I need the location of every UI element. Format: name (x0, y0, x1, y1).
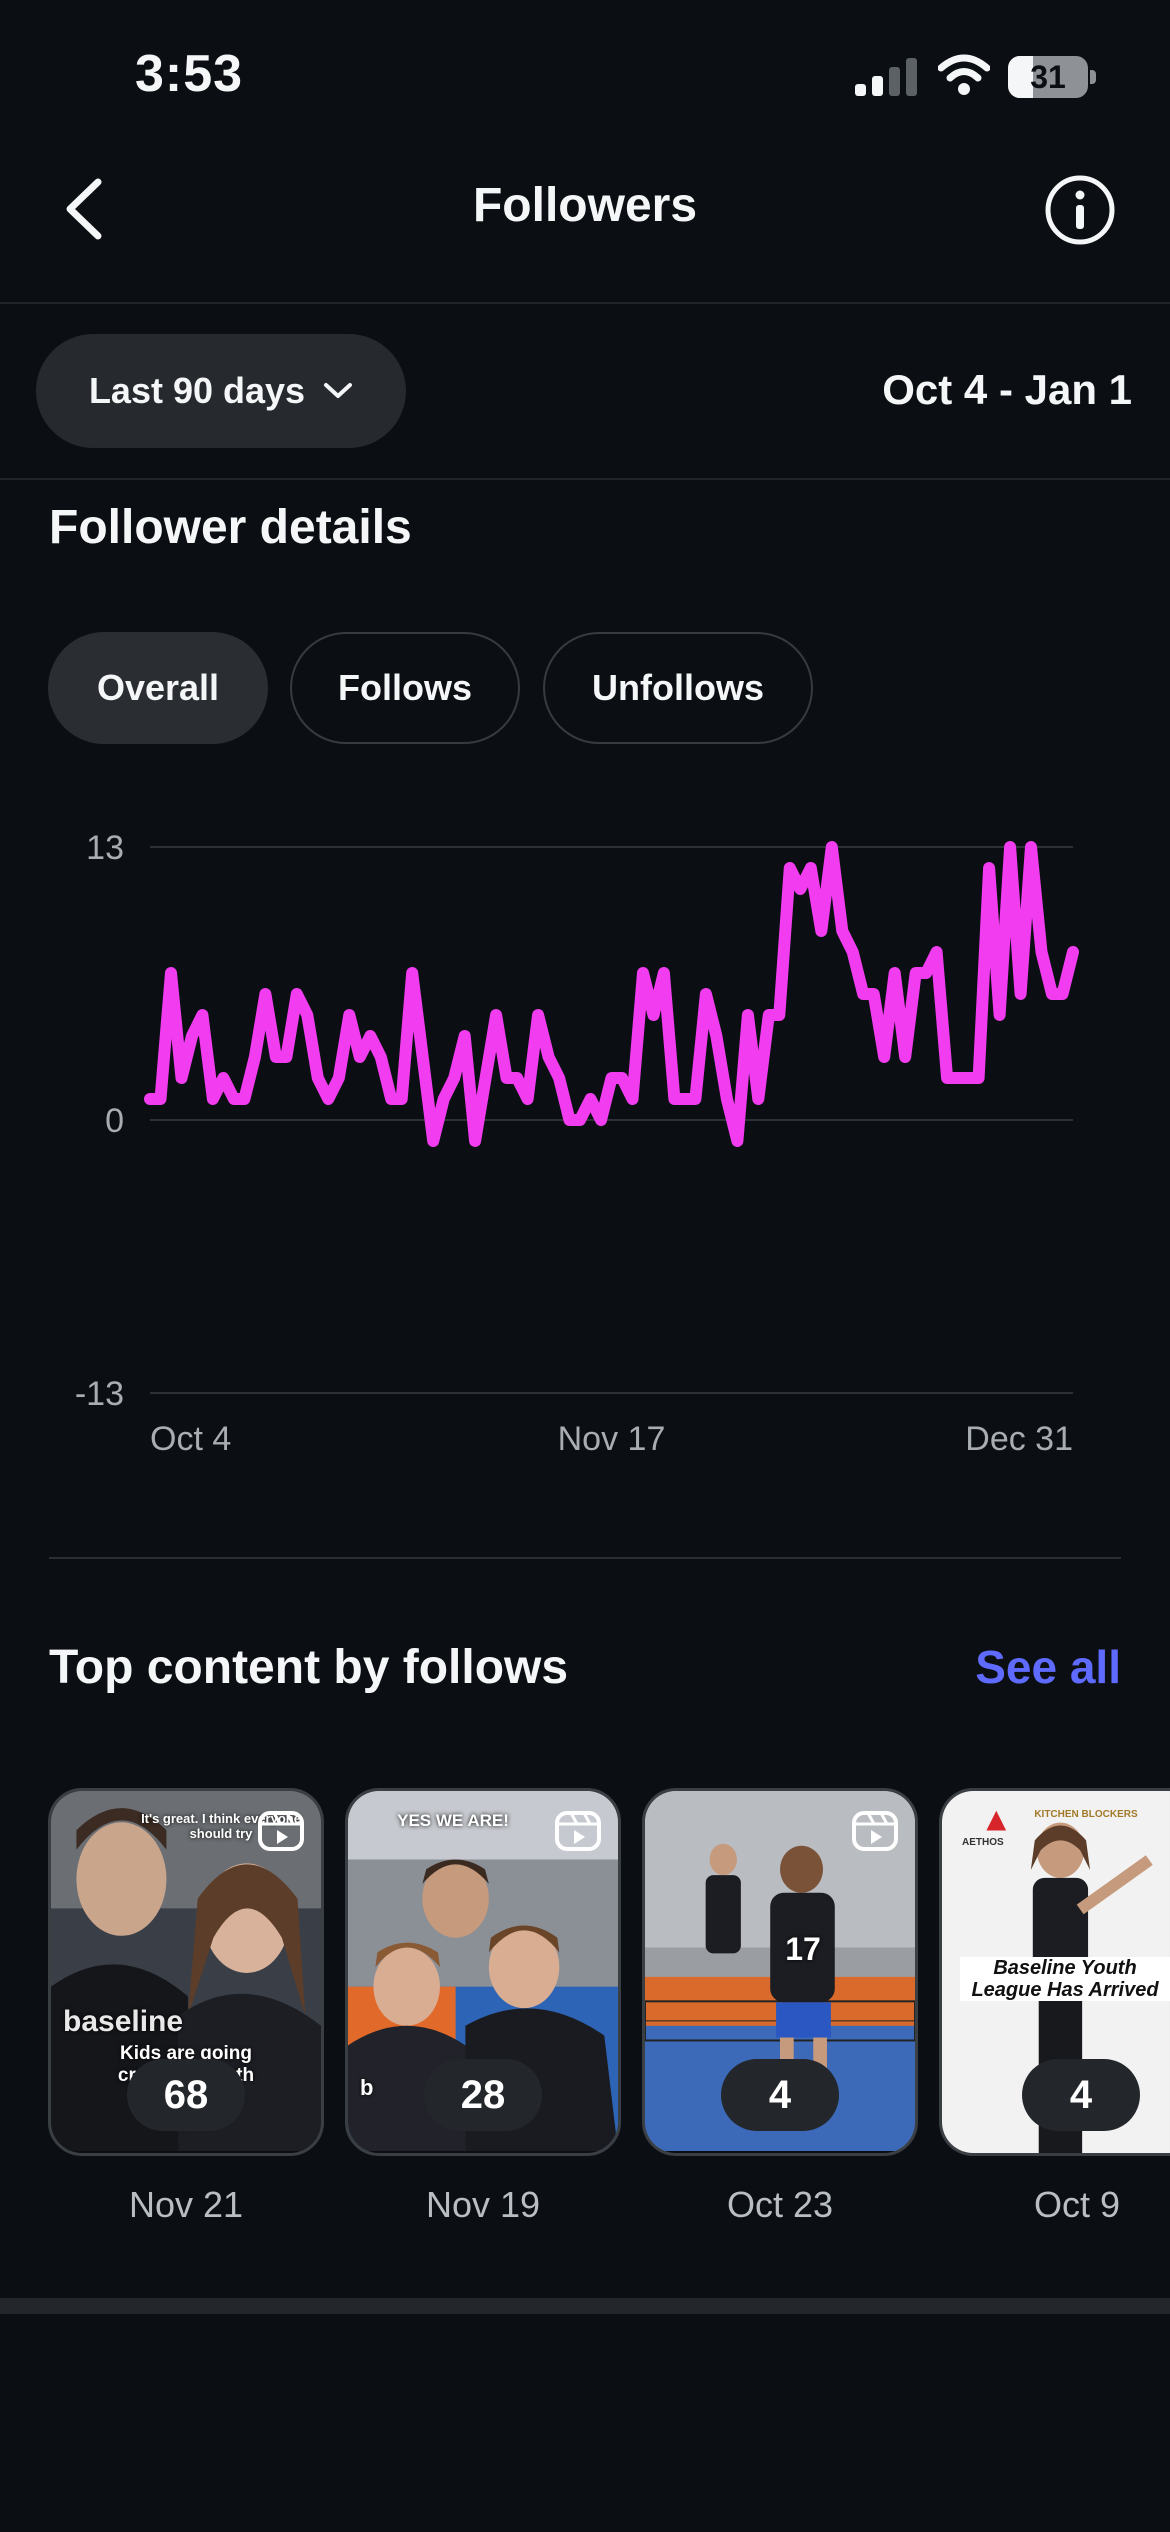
reel-icon (258, 1811, 304, 1851)
followers-series-line (144, 841, 1079, 1147)
thumbnail-sponsor-text: KITCHEN BLOCKERS (1034, 1809, 1138, 1820)
status-time: 3:53 (135, 45, 244, 103)
follower-details-title: Follower details (49, 501, 412, 554)
battery-icon: 31 (1008, 56, 1088, 98)
battery-percent: 31 (1030, 59, 1066, 95)
y-tick-label: -13 (75, 1375, 124, 1413)
top-content-item[interactable]: It's great. I think everyone should try … (48, 1788, 324, 2156)
top-content-item[interactable]: KITCHEN BLOCKERS AETHOS Baseline Youth L… (939, 1788, 1170, 2156)
thumbnail-logo-text: baseline (63, 2005, 184, 2038)
top-content-title: Top content by follows (49, 1641, 569, 1694)
top-content-item[interactable]: YES WE ARE! b 28 (345, 1788, 621, 2156)
top-locations-title-text: Top locations (49, 2421, 357, 2429)
chart-divider (49, 1557, 1121, 1559)
thumbnail-brand-text: AETHOS (962, 1837, 1004, 1848)
follows-count-badge: 68 (127, 2059, 245, 2131)
content-date: Oct 9 (1033, 2184, 1121, 2225)
follower-line-chart: 13 0 -13 Oct 4 Nov 17 Dec 31 (75, 829, 1079, 1458)
follows-count-badge: 28 (424, 2059, 542, 2131)
y-tick-label: 13 (86, 829, 124, 867)
chevron-down-icon (324, 383, 353, 398)
header-divider (0, 302, 1170, 304)
top-locations-title: Top locations (49, 2395, 357, 2429)
date-range-text: Oct 4 - Jan 1 (882, 366, 1132, 413)
date-range-dropdown[interactable]: Last 90 days (36, 334, 406, 448)
section-separator (0, 2298, 1170, 2314)
cellular-signal-icon (855, 58, 917, 96)
follows-count-badge: 4 (721, 2059, 839, 2131)
x-tick-label: Oct 4 (150, 1420, 231, 1458)
thumbnail-caption: Baseline Youth League Has Arrived (960, 1957, 1170, 2001)
follows-count-badge: 4 (1022, 2059, 1140, 2131)
see-all-link[interactable]: See all (975, 1640, 1121, 1694)
top-content-item[interactable]: 17 4 (642, 1788, 918, 2156)
content-date: Nov 21 (128, 2184, 244, 2225)
info-icon[interactable] (1044, 174, 1116, 246)
filter-divider (0, 478, 1170, 480)
battery-tip (1090, 70, 1096, 84)
reel-icon (555, 1811, 601, 1851)
tab-unfollows[interactable]: Unfollows (543, 632, 813, 744)
date-range-dropdown-label: Last 90 days (88, 370, 306, 411)
x-tick-label: Dec 31 (965, 1420, 1073, 1458)
tab-follows[interactable]: Follows (290, 632, 520, 744)
reel-icon (852, 1811, 898, 1851)
tab-overall[interactable]: Overall (48, 632, 268, 744)
x-tick-label: Nov 17 (558, 1420, 666, 1458)
thumbnail-jersey-number: 17 (785, 1931, 821, 1967)
y-tick-label: 0 (105, 1102, 124, 1140)
page-title: Followers (472, 179, 698, 232)
wifi-icon (938, 54, 990, 95)
content-date: Oct 23 (726, 2184, 834, 2225)
content-date: Nov 19 (425, 2184, 541, 2225)
